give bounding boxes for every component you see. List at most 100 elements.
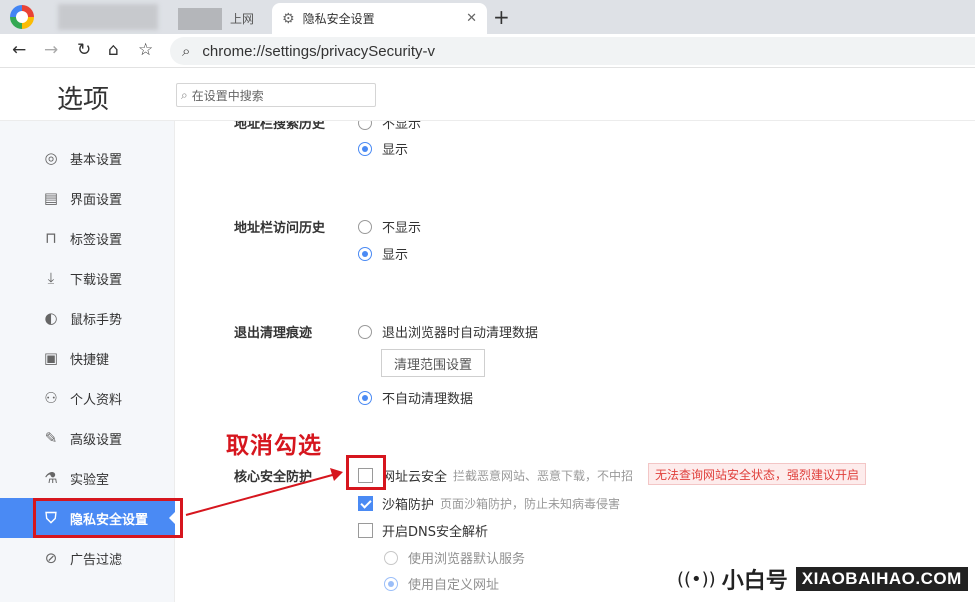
page-title: 选项 — [57, 85, 110, 115]
sidebar-item[interactable]: ◐ 鼠标手势 — [0, 298, 175, 338]
sidebar-item-label: 界面设置 — [70, 192, 123, 208]
radio-search-history-show[interactable]: 显示 — [358, 139, 408, 158]
reload-icon[interactable]: ↻ — [77, 40, 91, 60]
checkbox-dns-security[interactable]: 开启DNS安全解析 — [358, 521, 488, 540]
security-warning-badge: 无法查询网站安全状态，强烈建议开启 — [648, 463, 867, 485]
tab-privacy-settings[interactable]: ⚙ 隐私安全设置 ✕ — [272, 3, 487, 34]
sidebar-item[interactable]: ◎ 基本设置 — [0, 138, 175, 178]
window-icon: ▤ — [43, 189, 59, 207]
sidebar-item-label: 个人资料 — [70, 392, 123, 408]
sidebar-item[interactable]: ⊓ 标签设置 — [0, 218, 175, 258]
sidebar-item-label: 实验室 — [70, 472, 110, 488]
tab-favicon-icon — [178, 7, 222, 30]
broadcast-icon: ((•)) — [677, 568, 716, 590]
sidebar-item[interactable]: ⚗ 实验室 — [0, 458, 175, 498]
annotation-box-checkbox — [346, 455, 386, 490]
blurred-tab[interactable] — [58, 4, 158, 30]
back-arrow-icon[interactable]: ← — [12, 40, 26, 60]
watermark-cn: 小白号 — [721, 569, 788, 594]
url-text[interactable]: chrome://settings/privacySecurity-v — [202, 43, 435, 60]
section-label-core-security: 核心安全防护 — [234, 470, 313, 485]
annotation-text: 取消勾选 — [226, 432, 322, 459]
radio-visit-history-hide[interactable]: 不显示 — [358, 217, 421, 236]
checkbox-description: 拦截恶意网站、恶意下载，不中招 — [453, 469, 634, 483]
tab-icon: ⊓ — [45, 229, 57, 247]
sidebar-item-label: 高级设置 — [70, 432, 123, 448]
section-label-exit-cleanup: 退出清理痕迹 — [234, 326, 313, 341]
sidebar-item[interactable]: ✎ 高级设置 — [0, 418, 175, 458]
target-icon: ◎ — [44, 149, 58, 167]
privacy-settings-panel: 地址栏搜索历史 不显示 显示 地址栏访问历史 不显示 显示 退出清理痕迹 退出浏… — [176, 121, 975, 602]
checkbox-label: 沙箱防护 — [382, 498, 435, 513]
sidebar-item[interactable]: ▣ 快捷键 — [0, 338, 175, 378]
checkbox-description: 页面沙箱防护，防止未知病毒侵害 — [440, 497, 621, 511]
radio-visit-history-show[interactable]: 显示 — [358, 244, 408, 263]
radio-exit-auto-clean[interactable]: 退出浏览器时自动清理数据 — [358, 322, 538, 341]
radio-button[interactable] — [384, 550, 398, 565]
watermark-en: XIAOBAIHAO.COM — [795, 567, 968, 591]
new-tab-button[interactable]: + — [493, 5, 510, 29]
radio-exit-no-clean[interactable]: 不自动清理数据 — [358, 388, 473, 407]
sidebar-item-label: 下载设置 — [70, 272, 123, 288]
sidebar-item[interactable]: ▤ 界面设置 — [0, 178, 175, 218]
radio-label: 显示 — [382, 143, 409, 158]
block-icon: ⊘ — [44, 549, 58, 567]
bookmark-star-icon[interactable]: ☆ — [138, 40, 153, 60]
radio-dns-default[interactable]: 使用浏览器默认服务 — [384, 548, 525, 567]
search-placeholder: 在设置中搜索 — [191, 88, 264, 103]
checkbox-label: 网址云安全 — [382, 470, 448, 485]
browser-toolbar: ← → ↻ ⌂ ☆ ⌕ chrome://settings/privacySec… — [0, 34, 975, 68]
sidebar-item[interactable]: ⊘ 广告过滤 — [0, 538, 175, 578]
annotation-box-nav — [33, 498, 183, 538]
wrench-icon: ✎ — [44, 429, 58, 447]
close-icon[interactable]: ✕ — [466, 11, 477, 26]
download-icon: ⤓ — [47, 269, 55, 287]
sidebar-item-label: 快捷键 — [70, 352, 110, 368]
checkbox-sandbox[interactable]: 沙箱防护 页面沙箱防护，防止未知病毒侵害 — [358, 494, 620, 513]
keyboard-icon: ▣ — [43, 349, 59, 367]
checkbox-url-cloud-security[interactable]: 网址云安全 拦截恶意网站、恶意下载，不中招 — [358, 466, 633, 485]
radio-label: 不显示 — [382, 121, 422, 132]
section-label-search-history: 地址栏搜索历史 — [234, 121, 326, 132]
tab-title: 隐私安全设置 — [302, 12, 375, 26]
radio-button[interactable] — [358, 219, 372, 234]
radio-button[interactable] — [358, 121, 372, 130]
settings-header: 选项 ⌕ 在设置中搜索 — [0, 69, 975, 121]
settings-search-input[interactable]: ⌕ 在设置中搜索 — [176, 83, 376, 107]
sidebar-item-label: 标签设置 — [70, 232, 123, 248]
sidebar-item[interactable]: ⚇ 个人资料 — [0, 378, 175, 418]
radio-search-history-hide[interactable]: 不显示 — [358, 121, 421, 132]
forward-arrow-icon[interactable]: → — [44, 40, 58, 60]
search-icon: ⌕ — [182, 42, 191, 60]
radio-label: 使用自定义网址 — [408, 578, 500, 593]
tab-strip: 上网 ⚙ 隐私安全设置 ✕ + — [0, 0, 975, 34]
address-bar[interactable]: ⌕ chrome://settings/privacySecurity-v — [170, 37, 975, 65]
search-icon: ⌕ — [181, 87, 188, 102]
section-label-visit-history: 地址栏访问历史 — [234, 221, 326, 236]
radio-label: 使用浏览器默认服务 — [408, 552, 526, 567]
cleanup-scope-button[interactable]: 清理范围设置 — [381, 349, 485, 377]
radio-label: 显示 — [382, 248, 409, 263]
radio-label: 不自动清理数据 — [382, 392, 474, 407]
checkbox[interactable] — [358, 523, 373, 538]
radio-label: 退出浏览器时自动清理数据 — [382, 326, 539, 341]
sidebar-item-label: 广告过滤 — [70, 552, 123, 568]
radio-label: 不显示 — [382, 221, 422, 236]
radio-button[interactable] — [358, 390, 372, 405]
sidebar-item-label: 鼠标手势 — [70, 312, 123, 328]
browser-logo-icon[interactable] — [10, 5, 34, 29]
flask-icon: ⚗ — [44, 469, 58, 487]
checkbox[interactable] — [358, 496, 373, 511]
mouse-icon: ◐ — [44, 309, 58, 327]
sidebar-item-label: 基本设置 — [70, 152, 123, 168]
radio-dns-custom[interactable]: 使用自定义网址 — [384, 574, 499, 593]
sidebar-item[interactable]: ⤓ 下载设置 — [0, 258, 175, 298]
radio-button[interactable] — [384, 576, 398, 591]
radio-button[interactable] — [358, 246, 372, 261]
tab-previous[interactable]: 上网 — [168, 3, 276, 34]
watermark-brand: ((•)) 小白号 XIAOBAIHAO.COM — [677, 562, 975, 596]
tab-title: 上网 — [230, 12, 255, 26]
home-icon[interactable]: ⌂ — [108, 40, 119, 60]
radio-button[interactable] — [358, 141, 372, 156]
radio-button[interactable] — [358, 324, 372, 339]
